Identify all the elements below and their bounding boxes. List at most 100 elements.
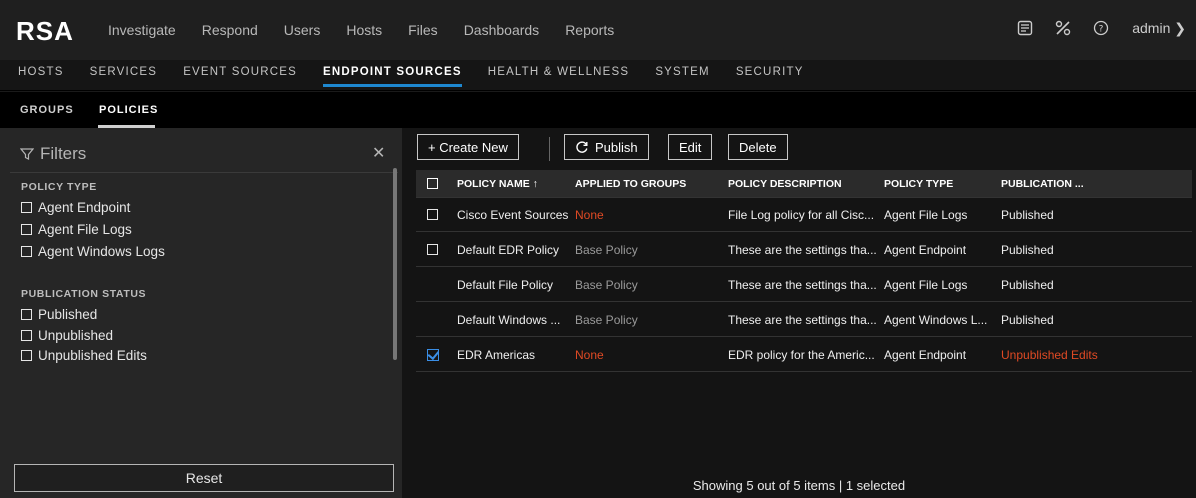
filter-icon bbox=[20, 148, 34, 160]
subnav-system[interactable]: SYSTEM bbox=[655, 66, 710, 87]
applied-groups: None bbox=[575, 207, 604, 222]
filter-published[interactable]: Published bbox=[21, 307, 97, 322]
subnav-event-sources[interactable]: EVENT SOURCES bbox=[183, 66, 297, 87]
filter-label: Unpublished Edits bbox=[38, 348, 147, 363]
tools-icon[interactable] bbox=[1052, 17, 1074, 39]
policy-description: These are the settings tha... bbox=[728, 242, 877, 257]
delete-button[interactable]: Delete bbox=[728, 134, 788, 160]
top-navbar: RSA Investigate Respond Users Hosts File… bbox=[0, 0, 1196, 60]
policy-type: Agent Endpoint bbox=[884, 242, 967, 257]
filter-unpublished[interactable]: Unpublished bbox=[21, 328, 113, 343]
publication-status: Published bbox=[1001, 312, 1054, 327]
col-policy-type[interactable]: POLICY TYPE bbox=[884, 170, 994, 197]
filters-header: Filters bbox=[20, 144, 86, 164]
checkbox[interactable] bbox=[21, 330, 32, 341]
select-all-checkbox[interactable] bbox=[427, 170, 444, 197]
filter-label: Unpublished bbox=[38, 328, 114, 343]
table-footer: Showing 5 out of 5 items | 1 selected bbox=[692, 478, 906, 493]
help-icon[interactable]: ? bbox=[1090, 17, 1112, 39]
publication-status: Published bbox=[1001, 242, 1054, 257]
rsa-logo[interactable]: RSA bbox=[16, 16, 74, 47]
nav-respond[interactable]: Respond bbox=[202, 22, 258, 38]
publish-button[interactable]: Publish bbox=[564, 134, 649, 160]
applied-groups: None bbox=[575, 347, 604, 362]
tab-policies[interactable]: POLICIES bbox=[99, 104, 158, 116]
policies-pane: + Create New Publish Edit Delete POLICY … bbox=[402, 128, 1196, 498]
col-publication[interactable]: PUBLICATION ... bbox=[1001, 170, 1191, 197]
row-checkbox[interactable] bbox=[427, 198, 444, 231]
publication-status: Published bbox=[1001, 207, 1054, 222]
table-header: POLICY NAME ↑ APPLIED TO GROUPS POLICY D… bbox=[416, 170, 1192, 198]
subnav-hosts[interactable]: HOSTS bbox=[18, 66, 64, 87]
nav-files[interactable]: Files bbox=[408, 22, 438, 38]
create-new-button[interactable]: + Create New bbox=[417, 134, 519, 160]
nav-hosts[interactable]: Hosts bbox=[346, 22, 382, 38]
subnav-health-wellness[interactable]: HEALTH & WELLNESS bbox=[488, 66, 630, 87]
nav-dashboards[interactable]: Dashboards bbox=[464, 22, 540, 38]
policy-type: Agent Windows L... bbox=[884, 312, 988, 327]
checkbox[interactable] bbox=[21, 224, 32, 235]
sub-tabs: GROUPS POLICIES bbox=[0, 92, 1196, 128]
col-policy-name[interactable]: POLICY NAME ↑ bbox=[457, 170, 572, 197]
checkbox[interactable] bbox=[21, 309, 32, 320]
admin-subnav: HOSTS SERVICES EVENT SOURCES ENDPOINT SO… bbox=[0, 60, 1196, 91]
subnav-services[interactable]: SERVICES bbox=[90, 66, 158, 87]
reset-button[interactable]: Reset bbox=[14, 464, 394, 492]
subnav-endpoint-sources[interactable]: ENDPOINT SOURCES bbox=[323, 66, 462, 87]
policy-type: Agent File Logs bbox=[884, 277, 968, 292]
nav-investigate[interactable]: Investigate bbox=[108, 22, 176, 38]
checkbox[interactable] bbox=[21, 202, 32, 213]
subnav-security[interactable]: SECURITY bbox=[736, 66, 804, 87]
table-row[interactable]: Default Windows ... Base Policy These ar… bbox=[416, 303, 1192, 337]
filter-label: Published bbox=[38, 307, 98, 322]
filter-unpublished-edits[interactable]: Unpublished Edits bbox=[21, 348, 147, 363]
filters-panel: Filters ✕ POLICY TYPE Agent Endpoint Age… bbox=[0, 128, 402, 498]
checkbox[interactable] bbox=[21, 350, 32, 361]
edit-button[interactable]: Edit bbox=[668, 134, 713, 160]
svg-text:?: ? bbox=[1099, 25, 1104, 35]
main-nav: Investigate Respond Users Hosts Files Da… bbox=[108, 22, 640, 38]
table-row[interactable]: Default File Policy Base Policy These ar… bbox=[416, 268, 1192, 302]
table-row[interactable]: EDR Americas None EDR policy for the Ame… bbox=[416, 338, 1192, 372]
policy-type-heading: POLICY TYPE bbox=[21, 181, 97, 193]
filter-agent-endpoint[interactable]: Agent Endpoint bbox=[21, 200, 130, 215]
notes-icon[interactable] bbox=[1014, 17, 1036, 39]
divider bbox=[10, 172, 398, 173]
close-icon[interactable]: ✕ bbox=[372, 143, 385, 163]
policy-description: These are the settings tha... bbox=[728, 277, 877, 292]
publish-label: Publish bbox=[595, 139, 638, 155]
row-checkbox[interactable] bbox=[427, 233, 444, 266]
publication-status: Published bbox=[1001, 277, 1054, 292]
col-policy-description[interactable]: POLICY DESCRIPTION bbox=[728, 170, 880, 197]
admin-menu[interactable]: admin ❯ bbox=[1132, 20, 1186, 37]
applied-groups: Base Policy bbox=[575, 312, 638, 327]
refresh-icon bbox=[576, 141, 588, 153]
row-checkbox-checked[interactable] bbox=[427, 338, 439, 371]
tab-groups[interactable]: GROUPS bbox=[20, 104, 74, 116]
policy-name: EDR Americas bbox=[457, 347, 536, 362]
applied-groups: Base Policy bbox=[575, 242, 638, 257]
filter-label: Agent Windows Logs bbox=[38, 244, 165, 259]
nav-reports[interactable]: Reports bbox=[565, 22, 614, 38]
publication-status-heading: PUBLICATION STATUS bbox=[21, 288, 147, 300]
policy-type: Agent Endpoint bbox=[884, 347, 967, 362]
scrollbar[interactable] bbox=[393, 168, 397, 360]
applied-groups: Base Policy bbox=[575, 277, 638, 292]
toolbar-divider bbox=[549, 137, 550, 161]
policy-type: Agent File Logs bbox=[884, 207, 968, 222]
policy-description: These are the settings tha... bbox=[728, 312, 877, 327]
filter-agent-windows-logs[interactable]: Agent Windows Logs bbox=[21, 244, 165, 259]
table-row[interactable]: Default EDR Policy Base Policy These are… bbox=[416, 233, 1192, 267]
policy-name: Default Windows ... bbox=[457, 312, 561, 327]
table-row[interactable]: Cisco Event Sources None File Log policy… bbox=[416, 198, 1192, 232]
policy-name: Default File Policy bbox=[457, 277, 554, 292]
nav-users[interactable]: Users bbox=[284, 22, 321, 38]
checked-icon bbox=[427, 348, 439, 361]
checkbox[interactable] bbox=[21, 246, 32, 257]
col-applied-groups[interactable]: APPLIED TO GROUPS bbox=[575, 170, 723, 197]
policy-name: Cisco Event Sources bbox=[457, 207, 569, 222]
policy-description: EDR policy for the Americ... bbox=[728, 347, 875, 362]
filter-label: Agent File Logs bbox=[38, 222, 132, 237]
filter-agent-file-logs[interactable]: Agent File Logs bbox=[21, 222, 132, 237]
top-right-icons: ? admin ❯ bbox=[998, 17, 1186, 39]
